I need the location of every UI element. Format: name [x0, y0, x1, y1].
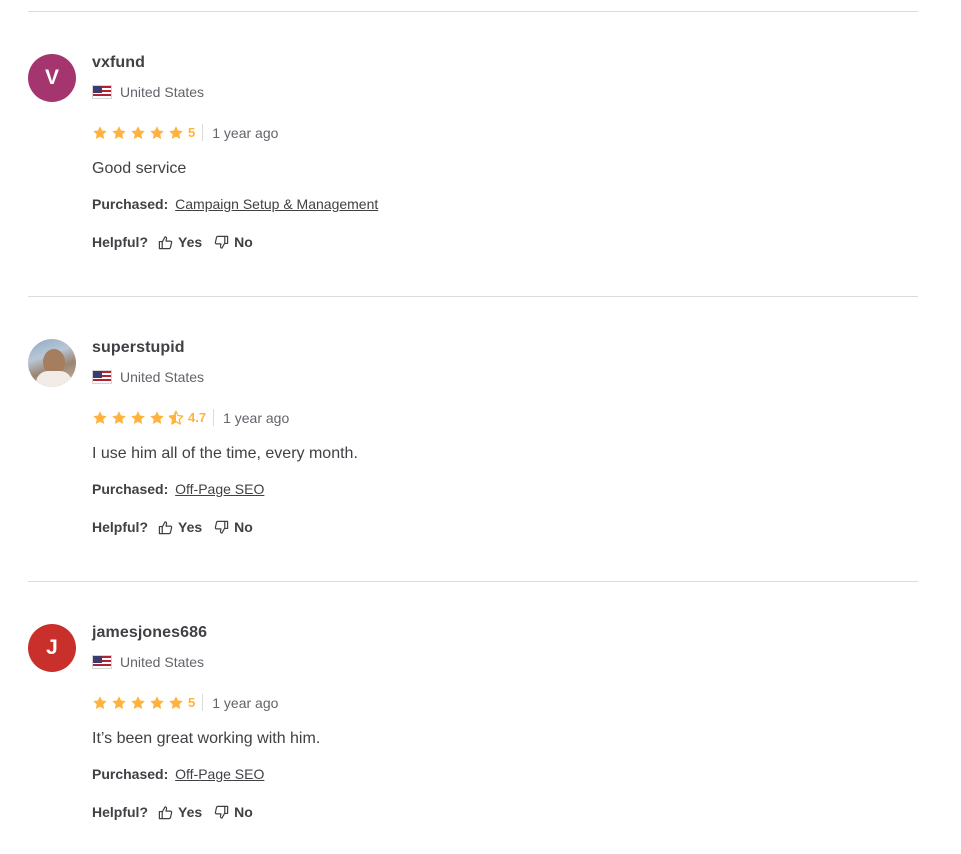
rating-row: 5 1 year ago [92, 694, 278, 711]
avatar-letter: V [44, 66, 59, 89]
avatar-photo[interactable] [28, 339, 76, 387]
review-time: 1 year ago [212, 694, 279, 711]
helpful-yes-button[interactable]: Yes [158, 234, 202, 250]
purchased-item-link[interactable]: Campaign Setup & Management [175, 196, 378, 212]
review-item: superstupid United States 4.7 1 year ago… [28, 329, 918, 569]
star-half-icon [168, 410, 184, 426]
star-full-icon [111, 695, 127, 711]
purchased-label: Purchased: [92, 766, 169, 782]
star-full-icon [168, 125, 184, 141]
helpful-yes-button[interactable]: Yes [158, 519, 202, 535]
helpful-label: Helpful? [92, 804, 148, 820]
reviewer-username[interactable]: superstupid [92, 339, 185, 357]
helpful-no-button[interactable]: No [214, 804, 253, 820]
star-full-icon [92, 410, 108, 426]
us-flag-icon [92, 655, 112, 669]
star-full-icon [111, 410, 127, 426]
us-flag-icon [92, 85, 112, 99]
purchased-label: Purchased: [92, 196, 169, 212]
avatar-body [36, 371, 72, 387]
star-full-icon [130, 695, 146, 711]
thumbs-up-icon [158, 520, 173, 534]
review-text: It’s been great working with him. [92, 730, 321, 747]
no-label: No [234, 234, 253, 250]
avatar[interactable]: V [28, 54, 76, 102]
star-full-icon [149, 410, 165, 426]
purchased-info: Purchased: Off-Page SEO [92, 766, 264, 782]
helpful-label: Helpful? [92, 234, 148, 250]
country-label: United States [120, 369, 205, 385]
review-time: 1 year ago [223, 409, 290, 426]
rating-row: 4.7 1 year ago [92, 409, 289, 426]
avatar[interactable]: J [28, 624, 76, 672]
reviewer-country: United States [92, 84, 204, 100]
yes-label: Yes [178, 804, 203, 820]
yes-label: Yes [178, 234, 203, 250]
no-label: No [234, 519, 253, 535]
review-divider [28, 296, 918, 297]
purchased-info: Purchased: Campaign Setup & Management [92, 196, 378, 212]
reviewer-country: United States [92, 654, 204, 670]
reviewer-username[interactable]: vxfund [92, 54, 145, 72]
star-full-icon [111, 125, 127, 141]
review-time: 1 year ago [212, 124, 279, 141]
helpful-no-button[interactable]: No [214, 519, 253, 535]
thumbs-down-icon [214, 520, 229, 534]
reviewer-username[interactable]: jamesjones686 [92, 624, 207, 642]
avatar-letter: J [46, 636, 58, 659]
rating-row: 5 1 year ago [92, 124, 278, 141]
review-divider [28, 11, 918, 12]
purchased-info: Purchased: Off-Page SEO [92, 481, 264, 497]
star-rating [92, 125, 187, 141]
review-text: I use him all of the time, every month. [92, 445, 358, 462]
rating-score: 5 [188, 694, 204, 711]
helpful-row: Helpful? Yes No [92, 804, 265, 820]
purchased-item-link[interactable]: Off-Page SEO [175, 481, 264, 497]
star-full-icon [130, 125, 146, 141]
yes-label: Yes [178, 519, 203, 535]
star-full-icon [149, 695, 165, 711]
rating-score: 5 [188, 124, 204, 141]
star-full-icon [149, 125, 165, 141]
helpful-yes-button[interactable]: Yes [158, 804, 202, 820]
review-item: V vxfund United States 5 1 year ago Good… [28, 44, 918, 284]
review-divider [28, 581, 918, 582]
thumbs-down-icon [214, 805, 229, 819]
star-full-icon [130, 410, 146, 426]
no-label: No [234, 804, 253, 820]
helpful-label: Helpful? [92, 519, 148, 535]
review-item: J jamesjones686 United States 5 1 year a… [28, 614, 918, 854]
thumbs-up-icon [158, 235, 173, 249]
thumbs-up-icon [158, 805, 173, 819]
helpful-no-button[interactable]: No [214, 234, 253, 250]
star-full-icon [168, 695, 184, 711]
purchased-label: Purchased: [92, 481, 169, 497]
rating-score: 4.7 [188, 409, 215, 426]
helpful-row: Helpful? Yes No [92, 519, 265, 535]
review-text: Good service [92, 160, 187, 177]
purchased-item-link[interactable]: Off-Page SEO [175, 766, 264, 782]
star-rating [92, 410, 187, 426]
country-label: United States [120, 654, 205, 670]
star-full-icon [92, 695, 108, 711]
thumbs-down-icon [214, 235, 229, 249]
helpful-row: Helpful? Yes No [92, 234, 265, 250]
star-full-icon [92, 125, 108, 141]
us-flag-icon [92, 370, 112, 384]
country-label: United States [120, 84, 205, 100]
star-rating [92, 695, 187, 711]
reviewer-country: United States [92, 369, 204, 385]
